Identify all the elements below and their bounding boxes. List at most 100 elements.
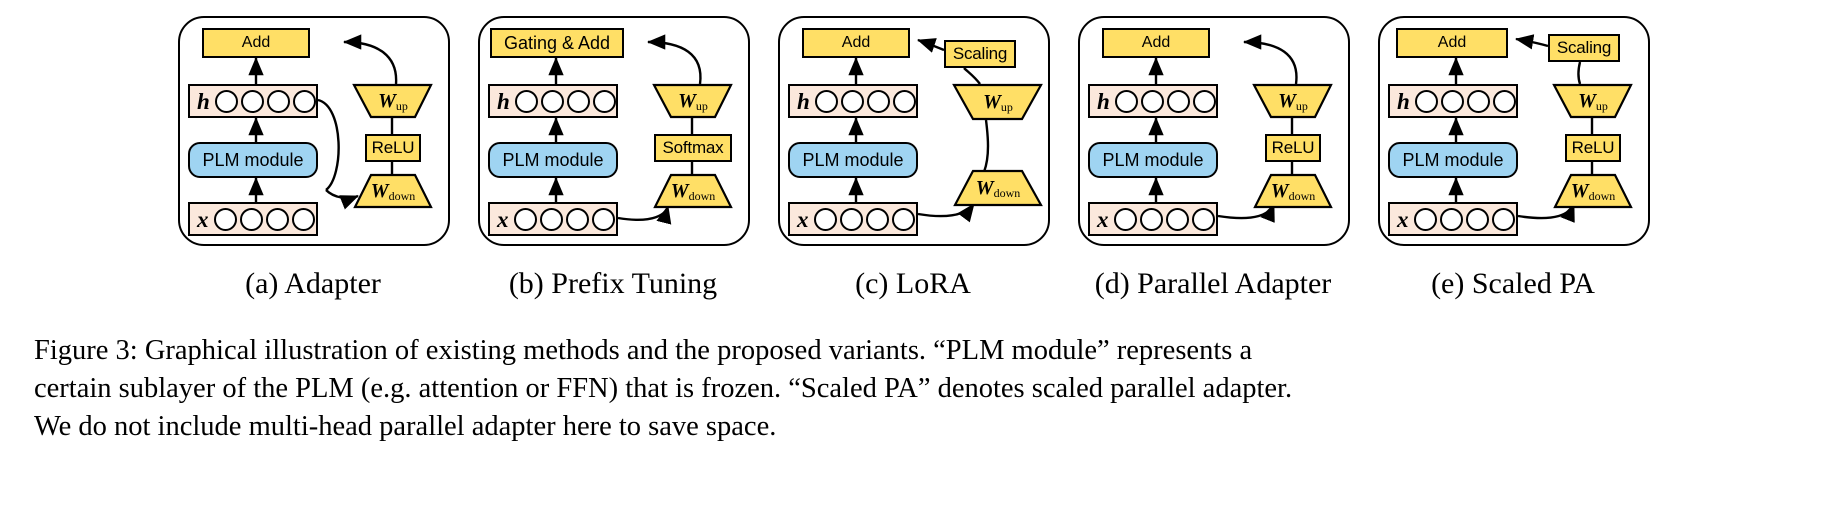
figure-caption-line-3: We do not include multi-head parallel ad…: [34, 410, 777, 442]
neuron: [539, 207, 563, 231]
neuron: [814, 89, 838, 113]
figure-caption-line-2: certain sublayer of the PLM (e.g. attent…: [34, 372, 1293, 404]
adapter-x-label: x: [197, 206, 209, 232]
prefix-h-vector: h: [488, 84, 618, 118]
neuron: [265, 207, 289, 231]
parallel-plm-label: PLM module: [1102, 149, 1204, 170]
neuron: [239, 207, 263, 231]
neuron: [892, 89, 916, 113]
prefix-w-up-trapezoid: Wup: [654, 84, 732, 118]
prefix-h-label: h: [497, 88, 510, 114]
panel-parallel-adapter: Add h PLM module x Wup ReLU Wdown: [1068, 0, 1358, 250]
parallel-relu-label: ReLU: [1271, 138, 1315, 157]
figure-3-root: Add h PLM module x Wup ReLU Wdown Gating…: [0, 0, 1826, 520]
parallel-add-box: Add: [1102, 28, 1210, 58]
scaled-pa-plm-module: PLM module: [1388, 142, 1518, 178]
neuron: [1491, 207, 1515, 231]
diagram-panels-row: Add h PLM module x Wup ReLU Wdown Gating…: [0, 0, 1826, 265]
neuron: [1414, 89, 1438, 113]
scaled-pa-add-label: Add: [1437, 34, 1467, 51]
parallel-w-down-trapezoid: Wdown: [1254, 174, 1332, 208]
scaled-pa-relu-box: ReLU: [1565, 134, 1621, 162]
scaled-pa-h-vector: h: [1388, 84, 1518, 118]
parallel-plm-module: PLM module: [1088, 142, 1218, 178]
parallel-x-vector: x: [1088, 202, 1218, 236]
prefix-softmax-label: Softmax: [662, 138, 724, 157]
adapter-add-label: Add: [241, 34, 271, 51]
parallel-x-label: x: [1097, 206, 1109, 232]
neuron: [213, 207, 237, 231]
subcaption-lora: (c) LoRA: [855, 267, 971, 300]
lora-x-vector: x: [788, 202, 918, 236]
scaled-pa-scaling-box: Scaling: [1548, 34, 1620, 62]
adapter-plm-label: PLM module: [202, 149, 304, 170]
scaled-pa-h-label: h: [1397, 88, 1410, 114]
lora-plm-label: PLM module: [802, 149, 904, 170]
prefix-gating-add-label: Gating & Add: [503, 32, 611, 53]
neuron: [1465, 207, 1489, 231]
subcaption-prefix-tuning: (b) Prefix Tuning: [508, 267, 718, 300]
adapter-w-up-trapezoid: Wup: [354, 84, 432, 118]
neuron: [813, 207, 837, 231]
lora-w-down-trapezoid: Wdown: [954, 170, 1042, 206]
panel-adapter: Add h PLM module x Wup ReLU Wdown: [168, 0, 458, 250]
neuron: [1413, 207, 1437, 231]
neuron: [513, 207, 537, 231]
neuron: [292, 89, 316, 113]
scaled-pa-x-label: x: [1397, 206, 1409, 232]
figure-caption-line-1: Figure 3: Graphical illustration of exis…: [34, 335, 1253, 366]
prefix-x-label: x: [497, 206, 509, 232]
subcaption-parallel-adapter: (d) Parallel Adapter: [1094, 267, 1332, 300]
neuron: [591, 207, 615, 231]
parallel-w-up-trapezoid: Wup: [1254, 84, 1332, 118]
scaled-pa-w-down-trapezoid: Wdown: [1554, 174, 1632, 208]
subcaption-adapter: (a) Adapter: [245, 267, 381, 300]
neuron: [565, 207, 589, 231]
scaled-pa-relu-label: ReLU: [1571, 138, 1615, 157]
prefix-plm-label: PLM module: [502, 149, 604, 170]
neuron: [214, 89, 238, 113]
scaled-pa-x-vector: x: [1388, 202, 1518, 236]
neuron: [291, 207, 315, 231]
neuron: [566, 89, 590, 113]
neuron: [1192, 89, 1216, 113]
panel-prefix-tuning: Gating & Add h PLM module x Wup Softmax …: [468, 0, 758, 250]
adapter-relu-box: ReLU: [365, 134, 421, 162]
neuron: [592, 89, 616, 113]
scaled-pa-scaling-label: Scaling: [1556, 38, 1612, 57]
adapter-x-vector: x: [188, 202, 318, 236]
neuron: [1439, 207, 1463, 231]
prefix-gating-add-box: Gating & Add: [490, 28, 624, 58]
neuron: [865, 207, 889, 231]
neuron: [1139, 207, 1163, 231]
figure-caption: Figure 3: Graphical illustration of exis…: [34, 332, 1800, 446]
lora-w-up-trapezoid: Wup: [954, 84, 1042, 120]
neuron: [1165, 207, 1189, 231]
adapter-plm-module: PLM module: [188, 142, 318, 178]
neuron: [1440, 89, 1464, 113]
lora-plm-module: PLM module: [788, 142, 918, 178]
adapter-w-down-trapezoid: Wdown: [354, 174, 432, 208]
prefix-plm-module: PLM module: [488, 142, 618, 178]
panel-lora: Add h PLM module x Scaling Wup Wdown: [768, 0, 1058, 250]
neuron: [1466, 89, 1490, 113]
neuron: [540, 89, 564, 113]
prefix-softmax-box: Softmax: [654, 134, 732, 162]
prefix-w-down-trapezoid: Wdown: [654, 174, 732, 208]
parallel-relu-box: ReLU: [1265, 134, 1321, 162]
lora-scaling-box: Scaling: [944, 40, 1016, 68]
adapter-h-label: h: [197, 88, 210, 114]
lora-add-box: Add: [802, 28, 910, 58]
scaled-pa-add-box: Add: [1396, 28, 1508, 58]
panel-scaled-pa: Add h PLM module x Scaling Wup ReLU Wdow…: [1368, 0, 1658, 250]
adapter-relu-label: ReLU: [371, 138, 415, 157]
adapter-h-vector: h: [188, 84, 318, 118]
neuron: [514, 89, 538, 113]
subcaptions-row: (a) Adapter (b) Prefix Tuning (c) LoRA (…: [0, 266, 1826, 320]
scaled-pa-w-up-trapezoid: Wup: [1554, 84, 1632, 118]
lora-h-vector: h: [788, 84, 918, 118]
parallel-h-vector: h: [1088, 84, 1218, 118]
lora-h-label: h: [797, 88, 810, 114]
neuron: [1113, 207, 1137, 231]
neuron: [240, 89, 264, 113]
